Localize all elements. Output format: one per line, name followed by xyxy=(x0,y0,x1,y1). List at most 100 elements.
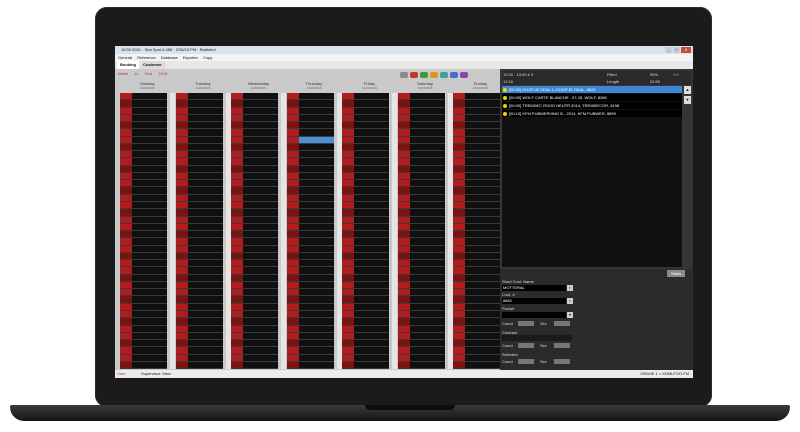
close-button[interactable]: X xyxy=(681,47,691,53)
time-slot[interactable] xyxy=(342,136,389,144)
short-cust-lookup-button[interactable]: ▪ xyxy=(567,285,573,291)
time-slot[interactable] xyxy=(342,310,389,319)
time-slot[interactable] xyxy=(397,209,445,217)
time-slot[interactable] xyxy=(286,238,334,246)
time-slot[interactable] xyxy=(342,216,389,224)
list-item[interactable]: [00:30] KOOP.JE DEAL 1, KOOP.JE DEAL, 88… xyxy=(502,86,682,93)
time-slot[interactable] xyxy=(231,201,278,210)
time-slot[interactable] xyxy=(453,180,500,188)
tab-customer[interactable]: Customer xyxy=(140,61,165,69)
time-slot[interactable] xyxy=(342,201,389,210)
time-slot[interactable] xyxy=(286,201,334,210)
time-slot[interactable] xyxy=(286,260,334,268)
time-slot[interactable] xyxy=(397,303,445,311)
maximize-button[interactable]: □ xyxy=(673,47,680,53)
time-slot[interactable] xyxy=(286,252,334,261)
time-slot[interactable] xyxy=(286,114,334,123)
time-slot[interactable] xyxy=(175,252,223,261)
tab-booking[interactable]: Booking xyxy=(117,61,139,69)
menu-copy[interactable]: Copy xyxy=(203,55,212,60)
time-slot[interactable] xyxy=(342,100,389,108)
time-slot[interactable] xyxy=(453,274,500,282)
time-slot[interactable] xyxy=(453,209,500,217)
time-slot[interactable] xyxy=(231,136,278,144)
time-slot[interactable] xyxy=(397,274,445,282)
time-slot[interactable] xyxy=(120,354,167,362)
time-slot[interactable] xyxy=(175,231,223,239)
time-slot[interactable] xyxy=(286,122,334,130)
time-slot[interactable] xyxy=(453,231,500,239)
time-slot[interactable] xyxy=(286,100,334,108)
time-slot[interactable] xyxy=(120,129,167,137)
time-slot[interactable] xyxy=(342,165,389,173)
time-slot[interactable] xyxy=(231,340,278,348)
time-slot[interactable] xyxy=(175,223,223,232)
short-cust-input[interactable]: MOTTERAL xyxy=(502,285,566,291)
time-slot[interactable] xyxy=(342,231,389,239)
copy-icon[interactable] xyxy=(410,72,418,78)
settings-icon[interactable] xyxy=(460,72,468,78)
time-slot[interactable] xyxy=(286,332,334,341)
time-slot[interactable] xyxy=(397,289,445,297)
time-slot[interactable] xyxy=(175,143,223,152)
time-slot[interactable] xyxy=(231,281,278,290)
time-slot[interactable] xyxy=(397,194,445,202)
time-slot[interactable] xyxy=(453,187,500,195)
time-slot[interactable] xyxy=(175,129,223,137)
time-slot[interactable] xyxy=(120,93,167,101)
time-slot[interactable] xyxy=(286,93,334,101)
time-slot[interactable] xyxy=(286,296,334,304)
totals-button[interactable]: Totals xyxy=(667,270,685,277)
time-slot[interactable] xyxy=(397,187,445,195)
cust-no-lookup-button[interactable]: ▪ xyxy=(567,298,573,304)
time-slot[interactable] xyxy=(397,281,445,290)
time-slot[interactable] xyxy=(453,296,500,304)
time-slot[interactable] xyxy=(342,267,389,275)
time-slot[interactable] xyxy=(342,223,389,232)
time-slot[interactable] xyxy=(175,172,223,181)
time-slot[interactable] xyxy=(120,238,167,246)
time-slot[interactable] xyxy=(231,129,278,137)
time-slot[interactable] xyxy=(342,252,389,261)
time-slot[interactable] xyxy=(286,303,334,311)
time-slot[interactable] xyxy=(397,347,445,355)
time-slot[interactable] xyxy=(175,158,223,166)
time-slot[interactable] xyxy=(286,245,334,253)
time-slot[interactable] xyxy=(120,267,167,275)
time-slot[interactable] xyxy=(453,172,500,181)
time-slot[interactable] xyxy=(120,122,167,130)
time-slot[interactable] xyxy=(286,209,334,217)
time-slot[interactable] xyxy=(120,201,167,210)
time-slot[interactable] xyxy=(286,151,334,159)
time-slot[interactable] xyxy=(231,143,278,152)
time-slot[interactable] xyxy=(231,194,278,202)
time-slot[interactable] xyxy=(397,340,445,348)
time-slot[interactable] xyxy=(175,260,223,268)
time-slot[interactable] xyxy=(231,296,278,304)
time-slot[interactable] xyxy=(342,180,389,188)
time-slot[interactable] xyxy=(286,274,334,282)
info-icon[interactable] xyxy=(450,72,458,78)
time-slot[interactable] xyxy=(453,136,500,144)
time-slot[interactable] xyxy=(453,354,500,362)
menu-reference[interactable]: Reference xyxy=(137,55,155,60)
time-slot[interactable] xyxy=(342,209,389,217)
time-slot[interactable] xyxy=(120,223,167,232)
contract-sec-field[interactable] xyxy=(554,343,570,348)
time-slot[interactable] xyxy=(120,187,167,195)
time-slot[interactable] xyxy=(342,281,389,290)
column-scrollbar[interactable] xyxy=(225,93,231,369)
time-slot[interactable] xyxy=(453,332,500,341)
time-slot[interactable] xyxy=(453,361,500,370)
time-slot[interactable] xyxy=(342,296,389,304)
time-slot[interactable] xyxy=(453,129,500,137)
column-scrollbar[interactable] xyxy=(170,93,175,369)
time-slot[interactable] xyxy=(397,252,445,261)
cust-no-input[interactable]: 8862 xyxy=(502,298,566,304)
time-slot[interactable] xyxy=(120,347,167,355)
time-slot[interactable] xyxy=(286,267,334,275)
time-slot[interactable] xyxy=(175,325,223,333)
refresh-icon[interactable] xyxy=(430,72,438,78)
minimize-button[interactable]: _ xyxy=(665,47,672,53)
time-slot[interactable] xyxy=(231,187,278,195)
